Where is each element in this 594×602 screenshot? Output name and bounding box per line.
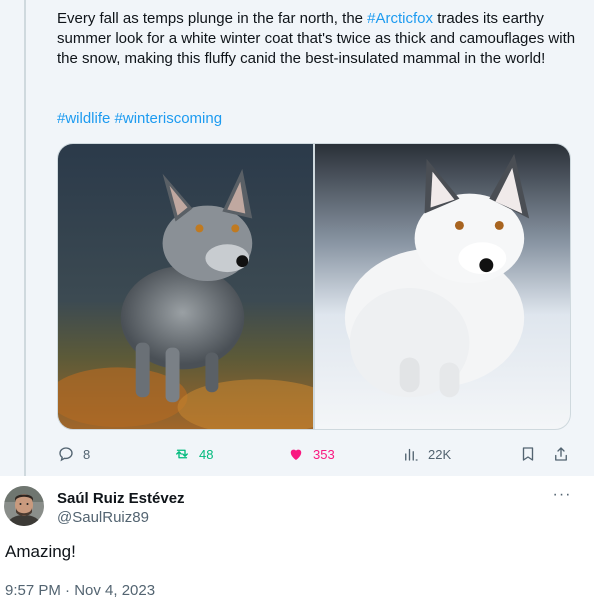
- timestamp[interactable]: 9:57 PM · Nov 4, 2023: [5, 582, 155, 599]
- like-button[interactable]: 353: [287, 444, 335, 464]
- views-count: 22K: [428, 446, 452, 462]
- like-count: 353: [313, 446, 335, 462]
- reply-tweet: Saúl Ruiz Estévez @SaulRuiz89 ··· Amazin…: [0, 476, 594, 602]
- display-name[interactable]: Saúl Ruiz Estévez: [57, 490, 185, 507]
- bookmark-icon: [522, 447, 534, 461]
- retweet-button[interactable]: 48: [173, 444, 213, 464]
- views-button[interactable]: 22K: [402, 444, 451, 464]
- views-icon: [405, 448, 418, 461]
- retweet-count: 48: [199, 446, 214, 462]
- tweet-actions: 8 48 353 22K: [57, 444, 577, 464]
- hashtag-link-arcticfox[interactable]: #Arcticfox: [367, 10, 433, 27]
- tweet-text-part: Every fall as temps plunge in the far no…: [57, 10, 368, 27]
- heart-icon: [290, 449, 302, 460]
- reply-icon: [59, 447, 73, 462]
- share-icon: [555, 447, 567, 461]
- reply-button[interactable]: 8: [57, 444, 90, 464]
- thread-line: [24, 0, 26, 476]
- user-handle[interactable]: @SaulRuiz89: [57, 509, 149, 526]
- arctic-fox-white-photo[interactable]: [315, 144, 570, 429]
- retweet-icon: [176, 449, 188, 459]
- quoted-tweet[interactable]: Every fall as temps plunge in the far no…: [0, 0, 594, 476]
- avatar[interactable]: [4, 486, 44, 526]
- bookmark-button[interactable]: [519, 444, 537, 464]
- more-options-icon[interactable]: ···: [551, 486, 573, 506]
- reply-text: Amazing!: [5, 542, 76, 561]
- reply-count: 8: [83, 446, 91, 462]
- tweet-text: Every fall as temps plunge in the far no…: [57, 9, 579, 69]
- arctic-fox-grey-photo[interactable]: [58, 144, 313, 429]
- hashtag-links[interactable]: #wildlife #winteriscoming: [57, 109, 222, 129]
- share-button[interactable]: [552, 444, 570, 464]
- tweet-media[interactable]: [57, 143, 571, 430]
